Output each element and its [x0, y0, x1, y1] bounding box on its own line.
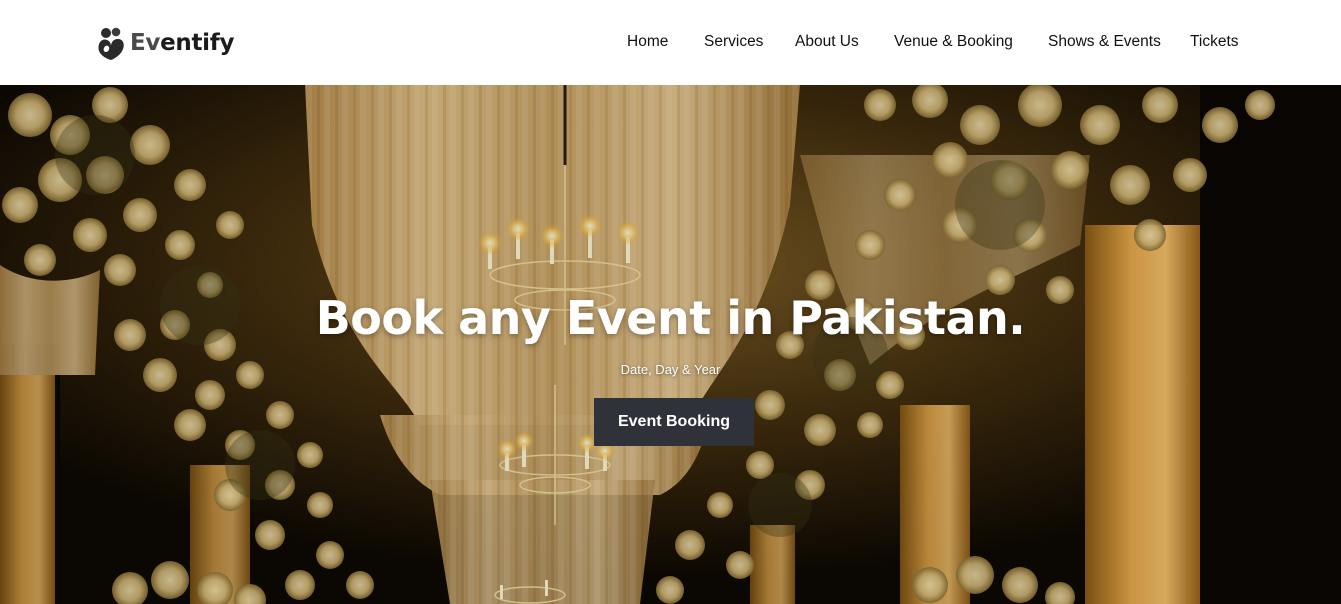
brand-logo[interactable]: Eventify	[95, 24, 234, 62]
event-booking-button[interactable]: Event Booking	[594, 398, 754, 446]
site-header: Eventify Home Services About Us Venue & …	[0, 0, 1341, 85]
hero-section: Book any Event in Pakistan. Date, Day & …	[0, 85, 1341, 604]
nav-link-about-us[interactable]: About Us	[795, 33, 859, 51]
heart-hands-icon	[98, 27, 124, 60]
brand-name: Eventify	[130, 29, 235, 56]
nav-link-shows-events[interactable]: Shows & Events	[1048, 33, 1161, 51]
nav-link-venue-booking[interactable]: Venue & Booking	[894, 33, 1013, 51]
nav-link-home[interactable]: Home	[627, 33, 668, 51]
hero-title: Book any Event in Pakistan.	[315, 291, 1026, 345]
hero-subtitle: Date, Day & Year	[620, 362, 721, 377]
nav-link-tickets[interactable]: Tickets	[1190, 33, 1239, 51]
nav-link-services[interactable]: Services	[704, 33, 763, 51]
